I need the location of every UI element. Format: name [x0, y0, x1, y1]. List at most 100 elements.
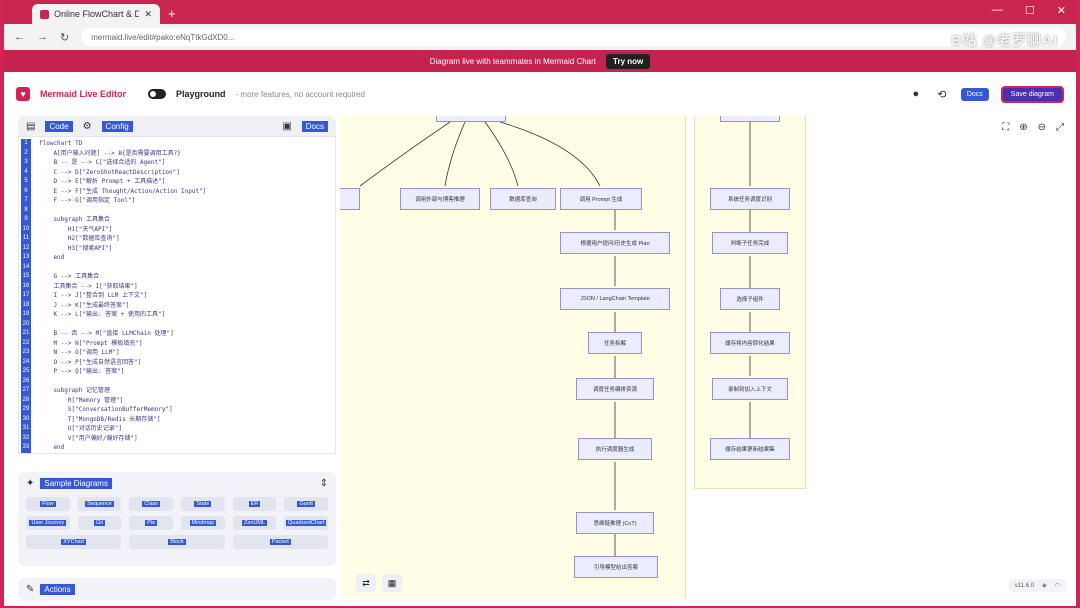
code-line: J --> K["生成最终答案"]	[39, 301, 130, 309]
diagram-node[interactable]: 系统任务调度识别	[710, 188, 790, 210]
diagram-node[interactable]: 数据库查询	[490, 188, 556, 210]
docs-button[interactable]: Docs	[960, 87, 989, 101]
code-line: H2["数据库查询"]	[39, 235, 120, 242]
github-icon[interactable]: ●	[909, 87, 923, 101]
diagram-node[interactable]: 根据用户提问/历史生成 Plan	[560, 232, 670, 254]
fullscreen-icon[interactable]: ⤢	[1056, 122, 1064, 133]
code-content[interactable]: flowchart TD A[用户输入问题] --> B{是否需要调用工具?} …	[33, 137, 335, 453]
editor-docs-link[interactable]: Docs	[301, 120, 328, 132]
zoom-out-icon[interactable]: ⊖	[1038, 122, 1046, 133]
diagram-node[interactable]: 录制到加入上下文	[712, 378, 788, 400]
new-tab-button[interactable]: +	[168, 6, 176, 21]
sample-chip[interactable]: Sequence	[77, 497, 122, 511]
diagram-node[interactable]: 调用 Prompt 生成	[560, 188, 642, 210]
actions-panel[interactable]: ✎ Actions	[18, 578, 336, 600]
promo-banner: Diagram live with teammates in Mermaid C…	[4, 50, 1076, 72]
code-editor[interactable]: 1 2 3 4 5 6 7 8 9 10 11 12 13 14 15 16 17 18 19 20 21 22 23 24 2…	[18, 136, 336, 454]
code-line: subgraph 记忆管理	[39, 387, 110, 394]
close-tab-icon[interactable]: ✕	[144, 9, 152, 20]
code-line: subgraph 工具集合	[39, 216, 110, 223]
sample-chip[interactable]: Packet	[232, 535, 328, 549]
line-number: 2	[21, 148, 31, 158]
save-diagram-button[interactable]: Save diagram	[1000, 85, 1064, 103]
sample-chip[interactable]: Flow	[26, 497, 70, 511]
diagram-node[interactable]	[340, 188, 360, 210]
pan-icon[interactable]: ⇄	[356, 574, 376, 592]
line-number: 13	[21, 253, 31, 263]
zoom-in-icon[interactable]: ⊕	[1019, 122, 1027, 133]
back-icon[interactable]: ←	[14, 31, 25, 43]
maximize-icon[interactable]: ☐	[1025, 4, 1035, 17]
minimize-icon[interactable]: —	[992, 4, 1003, 17]
header-actions: ● ⟲ Docs Save diagram	[909, 85, 1064, 103]
shield-icon[interactable]: ◈	[1042, 582, 1047, 589]
sample-chip[interactable]: Block	[129, 535, 225, 549]
diagram-node-top[interactable]	[436, 116, 506, 122]
sample-chip-label: Git	[93, 520, 106, 526]
url-input[interactable]: mermaid.live/edit#pako:eNqTtkGdXD0...	[81, 28, 1066, 46]
collapse-icon[interactable]: ⇕	[320, 478, 328, 489]
diagram-node-top-right[interactable]	[720, 116, 780, 122]
diagram-node[interactable]: 缓存将内容转化结果	[710, 332, 790, 354]
edge	[444, 121, 466, 187]
history-icon[interactable]: ⟲	[935, 87, 949, 101]
diagram-node[interactable]: 执行调度器生成	[578, 438, 652, 460]
sample-row: XYChart Block Packet	[26, 535, 328, 549]
diagram-node[interactable]: 判断子任务完成	[712, 232, 788, 254]
sample-chip[interactable]: ZenUML	[232, 516, 277, 530]
diagram-node[interactable]: JSON / LangChain Template	[560, 288, 670, 310]
code-line: D --> E["解析 Prompt + 工具描述"]	[39, 178, 166, 185]
diagram-node[interactable]: 任务拆解	[588, 332, 642, 354]
forward-icon[interactable]: →	[37, 31, 48, 43]
browser-tab[interactable]: Online FlowChart & Diagram ✕	[32, 4, 160, 24]
diagram-canvas[interactable]: 调用外部与博客推理 数据库查询 调用 Prompt 生成根据用户提问/历史生成 Pl…	[340, 116, 1074, 598]
line-number: 11	[21, 234, 31, 244]
code-line: E --> F["生成 Thought/Action/Action Input"…	[39, 187, 207, 195]
line-number: 24	[21, 357, 31, 367]
wifi-icon[interactable]: ◠	[1055, 582, 1060, 589]
sample-chip[interactable]: User Journey	[26, 516, 70, 530]
book-icon: ▣	[282, 120, 292, 132]
code-line: B -- 是 --> C["选择合适的 Agent"]	[39, 159, 166, 166]
tab-config[interactable]: Config	[101, 120, 133, 132]
line-number: 19	[21, 310, 31, 320]
sample-chip[interactable]: Gantt	[284, 497, 329, 511]
diagram-node[interactable]: 调用外部与博客推理	[400, 188, 480, 210]
sample-chip[interactable]: ER	[232, 497, 277, 511]
diagram-node[interactable]: 思维链推理 (CoT)	[576, 512, 654, 534]
diagram-node[interactable]: 选择子组件	[720, 288, 780, 310]
try-now-button[interactable]: Try now	[606, 53, 651, 69]
grid-icon[interactable]: ▦	[382, 574, 402, 592]
app-title[interactable]: Mermaid Live Editor	[40, 89, 126, 99]
samples-header[interactable]: ✦ Sample Diagrams ⇕	[26, 478, 328, 489]
line-number: 4	[21, 167, 31, 177]
sample-chip[interactable]: Git	[77, 516, 122, 530]
sample-chip-label: Packet	[269, 539, 291, 545]
reload-icon[interactable]: ↻	[60, 31, 69, 44]
sample-chip[interactable]: Pie	[129, 516, 174, 530]
sample-chip-label: ZenUML	[241, 520, 268, 526]
sample-chip-label: XYChart	[61, 539, 87, 545]
playground-toggle[interactable]	[148, 89, 167, 99]
mermaid-favicon-icon	[40, 9, 49, 19]
browser-window: Online FlowChart & Diagram ✕ + — ☐ ✕ ← →…	[4, 0, 1076, 606]
fit-icon[interactable]: ⛶	[1002, 122, 1009, 133]
code-line: 工具集合 --> I["获取结果"]	[39, 282, 138, 290]
line-number: 6	[21, 186, 31, 196]
close-window-icon[interactable]: ✕	[1057, 4, 1066, 17]
sample-chip[interactable]: XYChart	[26, 535, 122, 549]
line-number: 8	[21, 205, 31, 215]
diagram-node[interactable]: 引导模型给出答案	[574, 556, 658, 578]
sample-chip[interactable]: State	[181, 497, 225, 511]
tab-code[interactable]: Code	[45, 120, 73, 132]
samples-title: Sample Diagrams	[40, 478, 112, 489]
sample-chip[interactable]: Mindmap	[181, 516, 225, 530]
sample-chip-label: Gantt	[297, 501, 315, 507]
diagram-node[interactable]: 缓存结果更新结果集	[710, 438, 790, 460]
line-number: 16	[21, 281, 31, 291]
sample-chip[interactable]: QuadrantChart	[284, 516, 329, 530]
sample-chip[interactable]: Class	[129, 497, 174, 511]
diagram-node[interactable]: 调度任务编排资源	[576, 378, 654, 400]
